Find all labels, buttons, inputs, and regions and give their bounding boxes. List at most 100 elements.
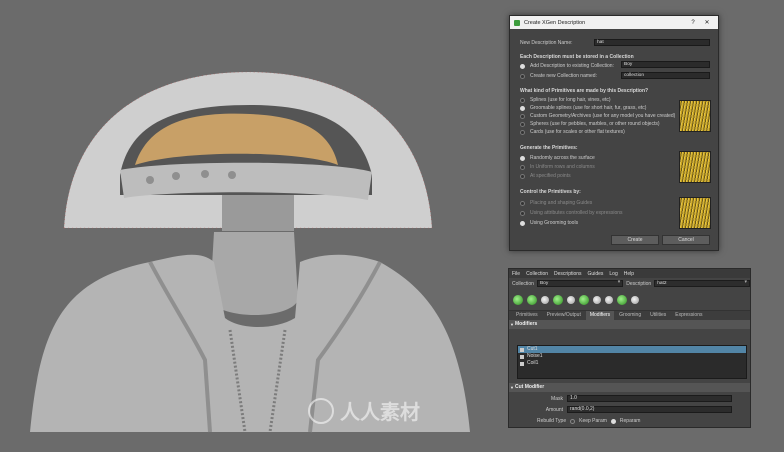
reparam-radio[interactable] xyxy=(610,418,616,424)
primitives-header: What kind of Primitives are made by this… xyxy=(520,88,649,94)
menu-collection[interactable]: Collection xyxy=(526,271,548,277)
new-collection-input[interactable]: collection xyxy=(621,72,710,79)
lock-icon[interactable] xyxy=(605,295,613,304)
control-radio[interactable] xyxy=(520,200,525,206)
close-button[interactable]: ✕ xyxy=(700,19,714,26)
normalize-icon[interactable] xyxy=(579,294,589,305)
add-guide-icon[interactable] xyxy=(513,294,523,305)
comb-icon[interactable] xyxy=(631,295,639,304)
description-name-input[interactable]: hat xyxy=(594,39,710,46)
description-select[interactable]: hat2 xyxy=(654,280,750,287)
rebuild-label: Rebuild Type xyxy=(537,418,567,424)
generate-label: At specified points xyxy=(530,173,571,179)
modifier-item[interactable]: Noise1 xyxy=(518,353,746,360)
xgen-panel: File Collection Descriptions Guides Log … xyxy=(508,268,751,428)
add-existing-row[interactable]: Add Description to existing Collection: xyxy=(520,63,614,69)
primitive-option[interactable]: Cards (use for scales or other flat text… xyxy=(520,129,625,135)
help-button[interactable]: ? xyxy=(686,20,700,26)
generate-radio[interactable] xyxy=(520,164,525,170)
generate-radio[interactable] xyxy=(520,155,525,161)
amount-row: Amount rand(0.0,2) xyxy=(535,406,732,413)
head-model xyxy=(222,195,294,231)
bake-icon[interactable] xyxy=(617,294,627,305)
tab-bar: Primitives Preview/Output Modifiers Groo… xyxy=(509,311,750,320)
create-new-label: Create new Collection named: xyxy=(530,73,597,79)
tab-primitives[interactable]: Primitives xyxy=(512,311,542,320)
collection-select[interactable]: Boy xyxy=(536,280,624,287)
control-radio[interactable] xyxy=(520,210,525,216)
checkbox-icon[interactable] xyxy=(520,354,524,359)
select-guides-icon[interactable] xyxy=(527,294,537,305)
collection-bar: Collection Boy Description hat2 xyxy=(509,278,750,289)
primitive-label: Groomable splines (use for short hair, f… xyxy=(530,105,647,111)
modifier-item[interactable]: Cut1 xyxy=(518,346,746,353)
menu-help[interactable]: Help xyxy=(624,271,634,277)
sculpt-icon[interactable] xyxy=(553,294,563,305)
create-new-row[interactable]: Create new Collection named: xyxy=(520,73,597,79)
menu-descriptions[interactable]: Descriptions xyxy=(554,271,582,277)
generate-option[interactable]: Randomly across the surface xyxy=(520,155,595,161)
keep-param-radio[interactable] xyxy=(570,418,576,424)
primitive-radio[interactable] xyxy=(520,105,525,111)
tab-expressions[interactable]: Expressions xyxy=(671,311,706,320)
collection-header: Each Description must be stored in a Col… xyxy=(520,54,634,60)
create-description-dialog: Create XGen Description ? ✕ New Descript… xyxy=(509,15,719,251)
modifier-list[interactable]: Cut1 Noise1 Coil1 xyxy=(517,345,747,379)
add-existing-label: Add Description to existing Collection: xyxy=(530,63,614,69)
primitive-preview-image xyxy=(679,100,711,132)
menu-guides[interactable]: Guides xyxy=(588,271,604,277)
modifiers-section-header[interactable]: Modifiers xyxy=(509,320,750,329)
primitive-radio[interactable] xyxy=(520,129,525,135)
name-label: New Description Name: xyxy=(520,40,573,46)
reparam-label: Reparam xyxy=(619,418,641,424)
generate-preview-image xyxy=(679,151,711,183)
rebuild-row: Rebuild Type Keep Param Reparam xyxy=(537,418,640,424)
control-option[interactable]: Using attributes controlled by expressio… xyxy=(520,210,623,216)
mask-input[interactable]: 1.0 xyxy=(567,395,732,402)
add-existing-radio[interactable] xyxy=(520,63,525,69)
checkbox-icon[interactable] xyxy=(520,361,524,366)
generate-option[interactable]: At specified points xyxy=(520,173,571,179)
watermark-text: 人人素材 xyxy=(340,402,420,424)
modifier-name: Noise1 xyxy=(527,353,543,359)
tab-grooming[interactable]: Grooming xyxy=(615,311,645,320)
control-option[interactable]: Using Grooming tools xyxy=(520,220,578,226)
primitive-radio[interactable] xyxy=(520,121,525,127)
guide-tool-icon[interactable] xyxy=(541,295,549,304)
menu-file[interactable]: File xyxy=(512,271,520,277)
cancel-button[interactable]: Cancel xyxy=(662,235,710,245)
modifier-item[interactable]: Coil1 xyxy=(518,360,746,367)
generate-radio[interactable] xyxy=(520,173,525,179)
primitive-option[interactable]: Groomable splines (use for short hair, f… xyxy=(520,105,646,111)
keep-param-label: Keep Param xyxy=(579,418,607,424)
generate-label: Randomly across the surface xyxy=(530,155,595,161)
control-label: Using attributes controlled by expressio… xyxy=(530,210,623,216)
primitive-option[interactable]: Spheres (use for pebbles, marbles, or ot… xyxy=(520,121,660,127)
control-radio[interactable] xyxy=(520,220,525,226)
control-label: Using Grooming tools xyxy=(530,220,579,226)
menu-log[interactable]: Log xyxy=(609,271,617,277)
primitive-radio[interactable] xyxy=(520,113,525,119)
tab-preview-output[interactable]: Preview/Output xyxy=(543,311,585,320)
amount-input[interactable]: rand(0.0,2) xyxy=(567,406,732,413)
tab-modifiers[interactable]: Modifiers xyxy=(585,311,615,320)
checkbox-icon[interactable] xyxy=(520,347,524,352)
primitive-option[interactable]: Custom Geometry/Archives (use for any mo… xyxy=(520,113,675,119)
flip-icon[interactable] xyxy=(593,295,601,304)
primitive-label: Spheres (use for pebbles, marbles, or ot… xyxy=(530,121,660,127)
cut-modifier-section-header[interactable]: Cut Modifier xyxy=(509,383,750,392)
dialog-title: Create XGen Description xyxy=(524,19,586,26)
create-button[interactable]: Create xyxy=(611,235,659,245)
generate-option[interactable]: In Uniform rows and columns xyxy=(520,164,595,170)
rebuild-icon[interactable] xyxy=(567,295,575,304)
create-new-radio[interactable] xyxy=(520,73,525,79)
primitive-radio[interactable] xyxy=(520,97,525,103)
existing-collection-select[interactable]: Boy xyxy=(621,61,710,68)
control-option[interactable]: Placing and shaping Guides xyxy=(520,200,592,206)
tab-utilities[interactable]: Utilities xyxy=(646,311,670,320)
mask-row: Mask 1.0 xyxy=(543,395,732,402)
control-label: Placing and shaping Guides xyxy=(530,200,593,206)
menu-bar: File Collection Descriptions Guides Log … xyxy=(509,269,750,278)
modifier-name: Coil1 xyxy=(527,360,539,366)
primitive-option[interactable]: Splines (use for long hair, vines, etc) xyxy=(520,97,611,103)
